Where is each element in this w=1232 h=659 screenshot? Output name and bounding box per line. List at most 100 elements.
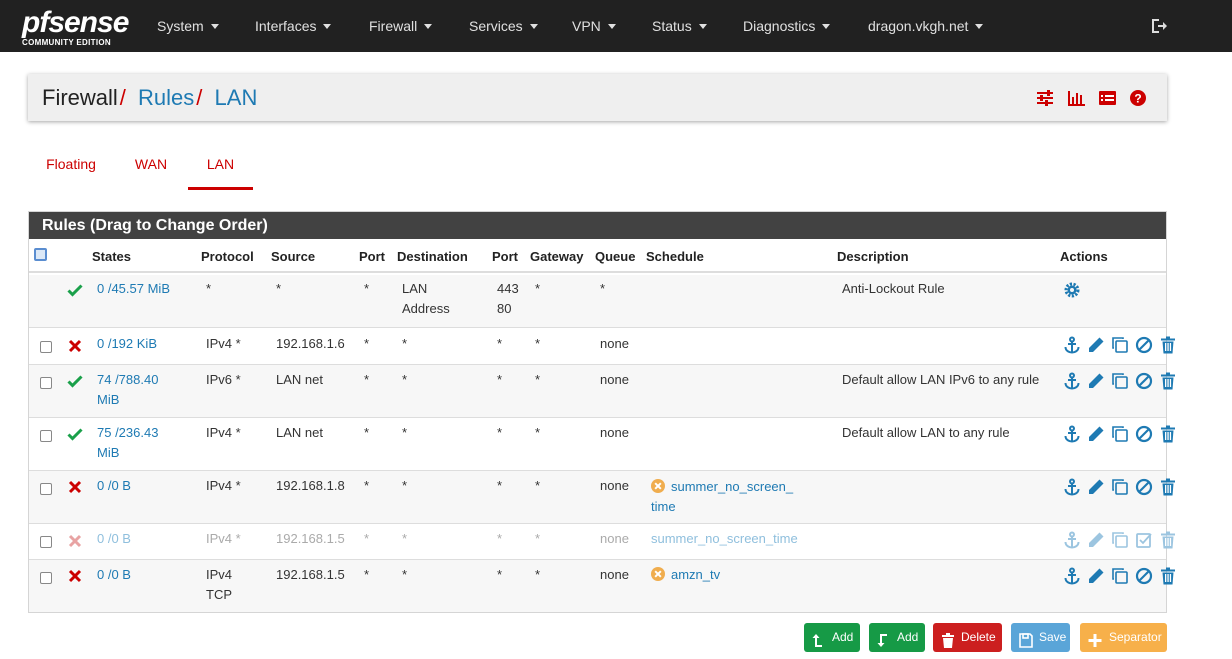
- enable-checkbox-icon[interactable]: [1135, 531, 1153, 549]
- copy-icon[interactable]: [1111, 336, 1129, 354]
- anchor-icon[interactable]: [1063, 336, 1081, 354]
- rule-gateway: *: [535, 478, 541, 493]
- breadcrumb-actions: ?: [1027, 89, 1147, 107]
- rule-dst-port: *: [497, 478, 503, 493]
- row-select-checkbox[interactable]: [40, 341, 52, 353]
- breadcrumb-lan[interactable]: LAN: [215, 85, 258, 110]
- rule-src-port: *: [364, 372, 370, 387]
- bar-chart-icon[interactable]: [1067, 89, 1086, 107]
- pencil-icon[interactable]: [1087, 567, 1105, 585]
- anchor-icon[interactable]: [1063, 372, 1081, 390]
- add-bottom-button[interactable]: Add: [869, 623, 925, 652]
- rule-states[interactable]: 0 /45.57 MiB: [97, 279, 170, 299]
- rule-states[interactable]: 0 /0 B: [97, 529, 131, 549]
- anchor-icon[interactable]: [1063, 531, 1081, 549]
- table-row[interactable]: 0 /45.57 MiB * * * LAN Address 443 80 * …: [29, 275, 1166, 328]
- table-row[interactable]: 75 /236.43 MiB IPv4 * LAN net * * * * no…: [29, 418, 1175, 471]
- rule-destination: *: [402, 425, 408, 440]
- sliders-icon[interactable]: [1036, 89, 1054, 107]
- disable-ban-icon[interactable]: [1135, 425, 1153, 443]
- gear-icon[interactable]: [1063, 281, 1081, 299]
- delete-button[interactable]: Delete: [933, 623, 1002, 652]
- rule-dst-port: *: [497, 336, 503, 351]
- add-separator-button[interactable]: Separator: [1080, 623, 1167, 652]
- anchor-icon[interactable]: [1063, 567, 1081, 585]
- select-all-checkbox[interactable]: [34, 248, 47, 261]
- table-row[interactable]: 74 /788.40 MiB IPv6 * LAN net * * * * no…: [29, 365, 1175, 418]
- pencil-icon[interactable]: [1087, 425, 1105, 443]
- add-top-button[interactable]: Add: [804, 623, 860, 652]
- nav-interfaces[interactable]: Interfaces: [255, 0, 332, 52]
- trash-icon[interactable]: [1159, 372, 1177, 390]
- arrow-turn-up-icon: [812, 630, 826, 647]
- nav-firewall[interactable]: Firewall: [369, 0, 433, 52]
- trash-icon[interactable]: [1159, 531, 1177, 549]
- pencil-icon[interactable]: [1087, 478, 1105, 496]
- table-row[interactable]: 0 /0 B IPv4 * 192.168.1.5 * * * * none s…: [29, 524, 1175, 560]
- disable-ban-icon[interactable]: [1135, 372, 1153, 390]
- pencil-icon[interactable]: [1087, 336, 1105, 354]
- caret-down-icon: [529, 23, 538, 29]
- nav-services[interactable]: Services: [469, 0, 538, 52]
- copy-icon[interactable]: [1111, 425, 1129, 443]
- rule-states[interactable]: 0 /0 B: [97, 476, 131, 496]
- rule-states[interactable]: 74 /788.40 MiB: [97, 370, 177, 410]
- rule-gateway: *: [535, 336, 541, 351]
- trash-icon[interactable]: [1159, 425, 1177, 443]
- rule-states[interactable]: 0 /192 KiB: [97, 334, 157, 354]
- disable-ban-icon[interactable]: [1135, 567, 1153, 585]
- rule-description: Anti-Lockout Rule: [842, 281, 945, 296]
- disable-ban-icon[interactable]: [1135, 336, 1153, 354]
- rule-states[interactable]: 0 /0 B: [97, 565, 131, 585]
- tab-lan[interactable]: LAN: [188, 144, 253, 190]
- row-select-checkbox[interactable]: [40, 536, 52, 548]
- rule-schedule[interactable]: summer_no_screen_time: [651, 529, 798, 549]
- row-select-checkbox[interactable]: [40, 377, 52, 389]
- trash-icon[interactable]: [1159, 336, 1177, 354]
- row-select-checkbox[interactable]: [40, 430, 52, 442]
- nav-diagnostics[interactable]: Diagnostics: [743, 0, 831, 52]
- breadcrumb-rules[interactable]: Rules: [138, 85, 194, 110]
- block-x-icon: [67, 533, 83, 549]
- rule-source: LAN net: [276, 425, 323, 440]
- rule-schedule[interactable]: summer_no_screen_ time: [651, 477, 811, 517]
- help-icon[interactable]: ?: [1129, 89, 1147, 107]
- trash-icon[interactable]: [1159, 567, 1177, 585]
- rule-states[interactable]: 75 /236.43 MiB: [97, 423, 177, 463]
- tab-floating[interactable]: Floating: [36, 144, 106, 190]
- copy-icon[interactable]: [1111, 372, 1129, 390]
- pfsense-logo[interactable]: pfsense COMMUNITY EDITION: [22, 8, 130, 48]
- copy-icon[interactable]: [1111, 531, 1129, 549]
- anchor-icon[interactable]: [1063, 478, 1081, 496]
- table-row[interactable]: 0 /0 B IPv4 * 192.168.1.8 * * * * none s…: [29, 471, 1175, 524]
- pencil-icon[interactable]: [1087, 372, 1105, 390]
- save-floppy-icon: [1019, 630, 1033, 648]
- logout-icon[interactable]: [1150, 17, 1168, 35]
- pencil-icon[interactable]: [1087, 531, 1105, 549]
- list-table-icon[interactable]: [1098, 89, 1117, 107]
- nav-status[interactable]: Status: [652, 0, 707, 52]
- save-button[interactable]: Save: [1011, 623, 1070, 652]
- table-row[interactable]: 0 /0 B IPv4 TCP 192.168.1.5 * * * * none…: [29, 560, 1175, 612]
- nav-system[interactable]: System: [157, 0, 219, 52]
- nav-vpn[interactable]: VPN: [572, 0, 616, 52]
- copy-icon[interactable]: [1111, 478, 1129, 496]
- plus-icon: [1088, 630, 1102, 647]
- trash-icon[interactable]: [1159, 478, 1177, 496]
- rule-destination: LAN Address: [402, 281, 450, 316]
- table-row[interactable]: 0 /192 KiB IPv4 * 192.168.1.6 * * * * no…: [29, 329, 1175, 365]
- rule-source: 192.168.1.5: [276, 531, 345, 546]
- caret-down-icon: [607, 23, 616, 29]
- nav-hostname[interactable]: dragon.vkgh.net: [868, 0, 984, 52]
- anchor-icon[interactable]: [1063, 425, 1081, 443]
- rule-actions: [1063, 567, 1179, 585]
- logo-edition: COMMUNITY EDITION: [22, 38, 111, 47]
- disable-ban-icon[interactable]: [1135, 478, 1153, 496]
- col-queue: Queue: [595, 249, 636, 264]
- row-select-checkbox[interactable]: [40, 483, 52, 495]
- tab-wan[interactable]: WAN: [120, 144, 182, 190]
- rule-schedule[interactable]: amzn_tv: [651, 565, 720, 585]
- copy-icon[interactable]: [1111, 567, 1129, 585]
- rule-src-port: *: [364, 425, 370, 440]
- row-select-checkbox[interactable]: [40, 572, 52, 584]
